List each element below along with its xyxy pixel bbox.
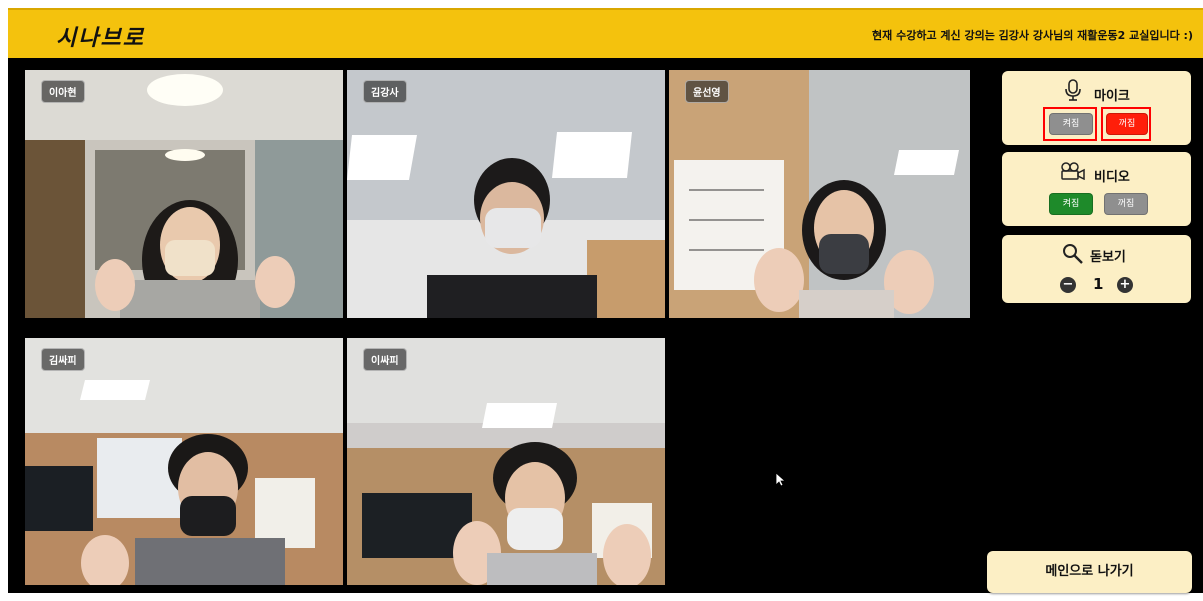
video-feed-5 <box>347 338 665 585</box>
plus-icon: + <box>1119 277 1131 292</box>
participant-name-tag: 김강사 <box>363 80 407 103</box>
video-tile-2[interactable]: 김강사 <box>347 70 665 318</box>
mic-off-button[interactable]: 꺼짐 <box>1106 113 1148 135</box>
video-feed-2 <box>347 70 665 318</box>
video-feed-3 <box>669 70 970 318</box>
zoom-in-button[interactable]: + <box>1117 277 1133 293</box>
video-feed-1 <box>25 70 343 318</box>
class-notice: 현재 수강하고 계신 강의는 김강사 강사님의 재활운동2 교실입니다 :) <box>872 29 1193 42</box>
video-on-button[interactable]: 켜짐 <box>1049 193 1093 215</box>
video-tile-3[interactable]: 윤선영 <box>669 70 970 318</box>
zoom-label: 돋보기 <box>1090 250 1126 265</box>
microphone-icon <box>1065 79 1081 101</box>
exit-to-main-button[interactable]: 메인으로 나가기 <box>987 551 1192 593</box>
participant-name-tag: 윤선영 <box>685 80 729 103</box>
mic-label: 마이크 <box>1094 89 1130 104</box>
magnifier-icon <box>1063 244 1083 264</box>
zoom-value: 1 <box>1093 275 1104 293</box>
video-tile-1[interactable]: 이아현 <box>25 70 343 318</box>
participant-name-tag: 김싸피 <box>41 348 85 371</box>
participant-name-tag: 이싸피 <box>363 348 407 371</box>
video-conference-app: 시나브로 현재 수강하고 계신 강의는 김강사 강사님의 재활운동2 교실입니다… <box>8 8 1203 593</box>
video-off-button[interactable]: 꺼짐 <box>1104 193 1148 215</box>
mic-control-panel: 마이크 켜짐 꺼짐 <box>1002 71 1191 145</box>
header-bar: 시나브로 현재 수강하고 계신 강의는 김강사 강사님의 재활운동2 교실입니다… <box>8 8 1203 58</box>
video-control-panel: 비디오 켜짐 꺼짐 <box>1002 152 1191 226</box>
app-logo[interactable]: 시나브로 <box>56 20 145 52</box>
video-tile-4[interactable]: 김싸피 <box>25 338 343 585</box>
zoom-control-panel: 돋보기 − 1 + <box>1002 235 1191 303</box>
video-feed-4 <box>25 338 343 585</box>
camera-icon <box>1061 162 1085 180</box>
minus-icon: − <box>1062 277 1074 292</box>
video-label: 비디오 <box>1094 170 1130 185</box>
zoom-out-button[interactable]: − <box>1060 277 1076 293</box>
mic-on-button[interactable]: 켜짐 <box>1049 113 1093 135</box>
video-tile-5[interactable]: 이싸피 <box>347 338 665 585</box>
participant-name-tag: 이아현 <box>41 80 85 103</box>
mouse-cursor-icon <box>776 473 786 487</box>
